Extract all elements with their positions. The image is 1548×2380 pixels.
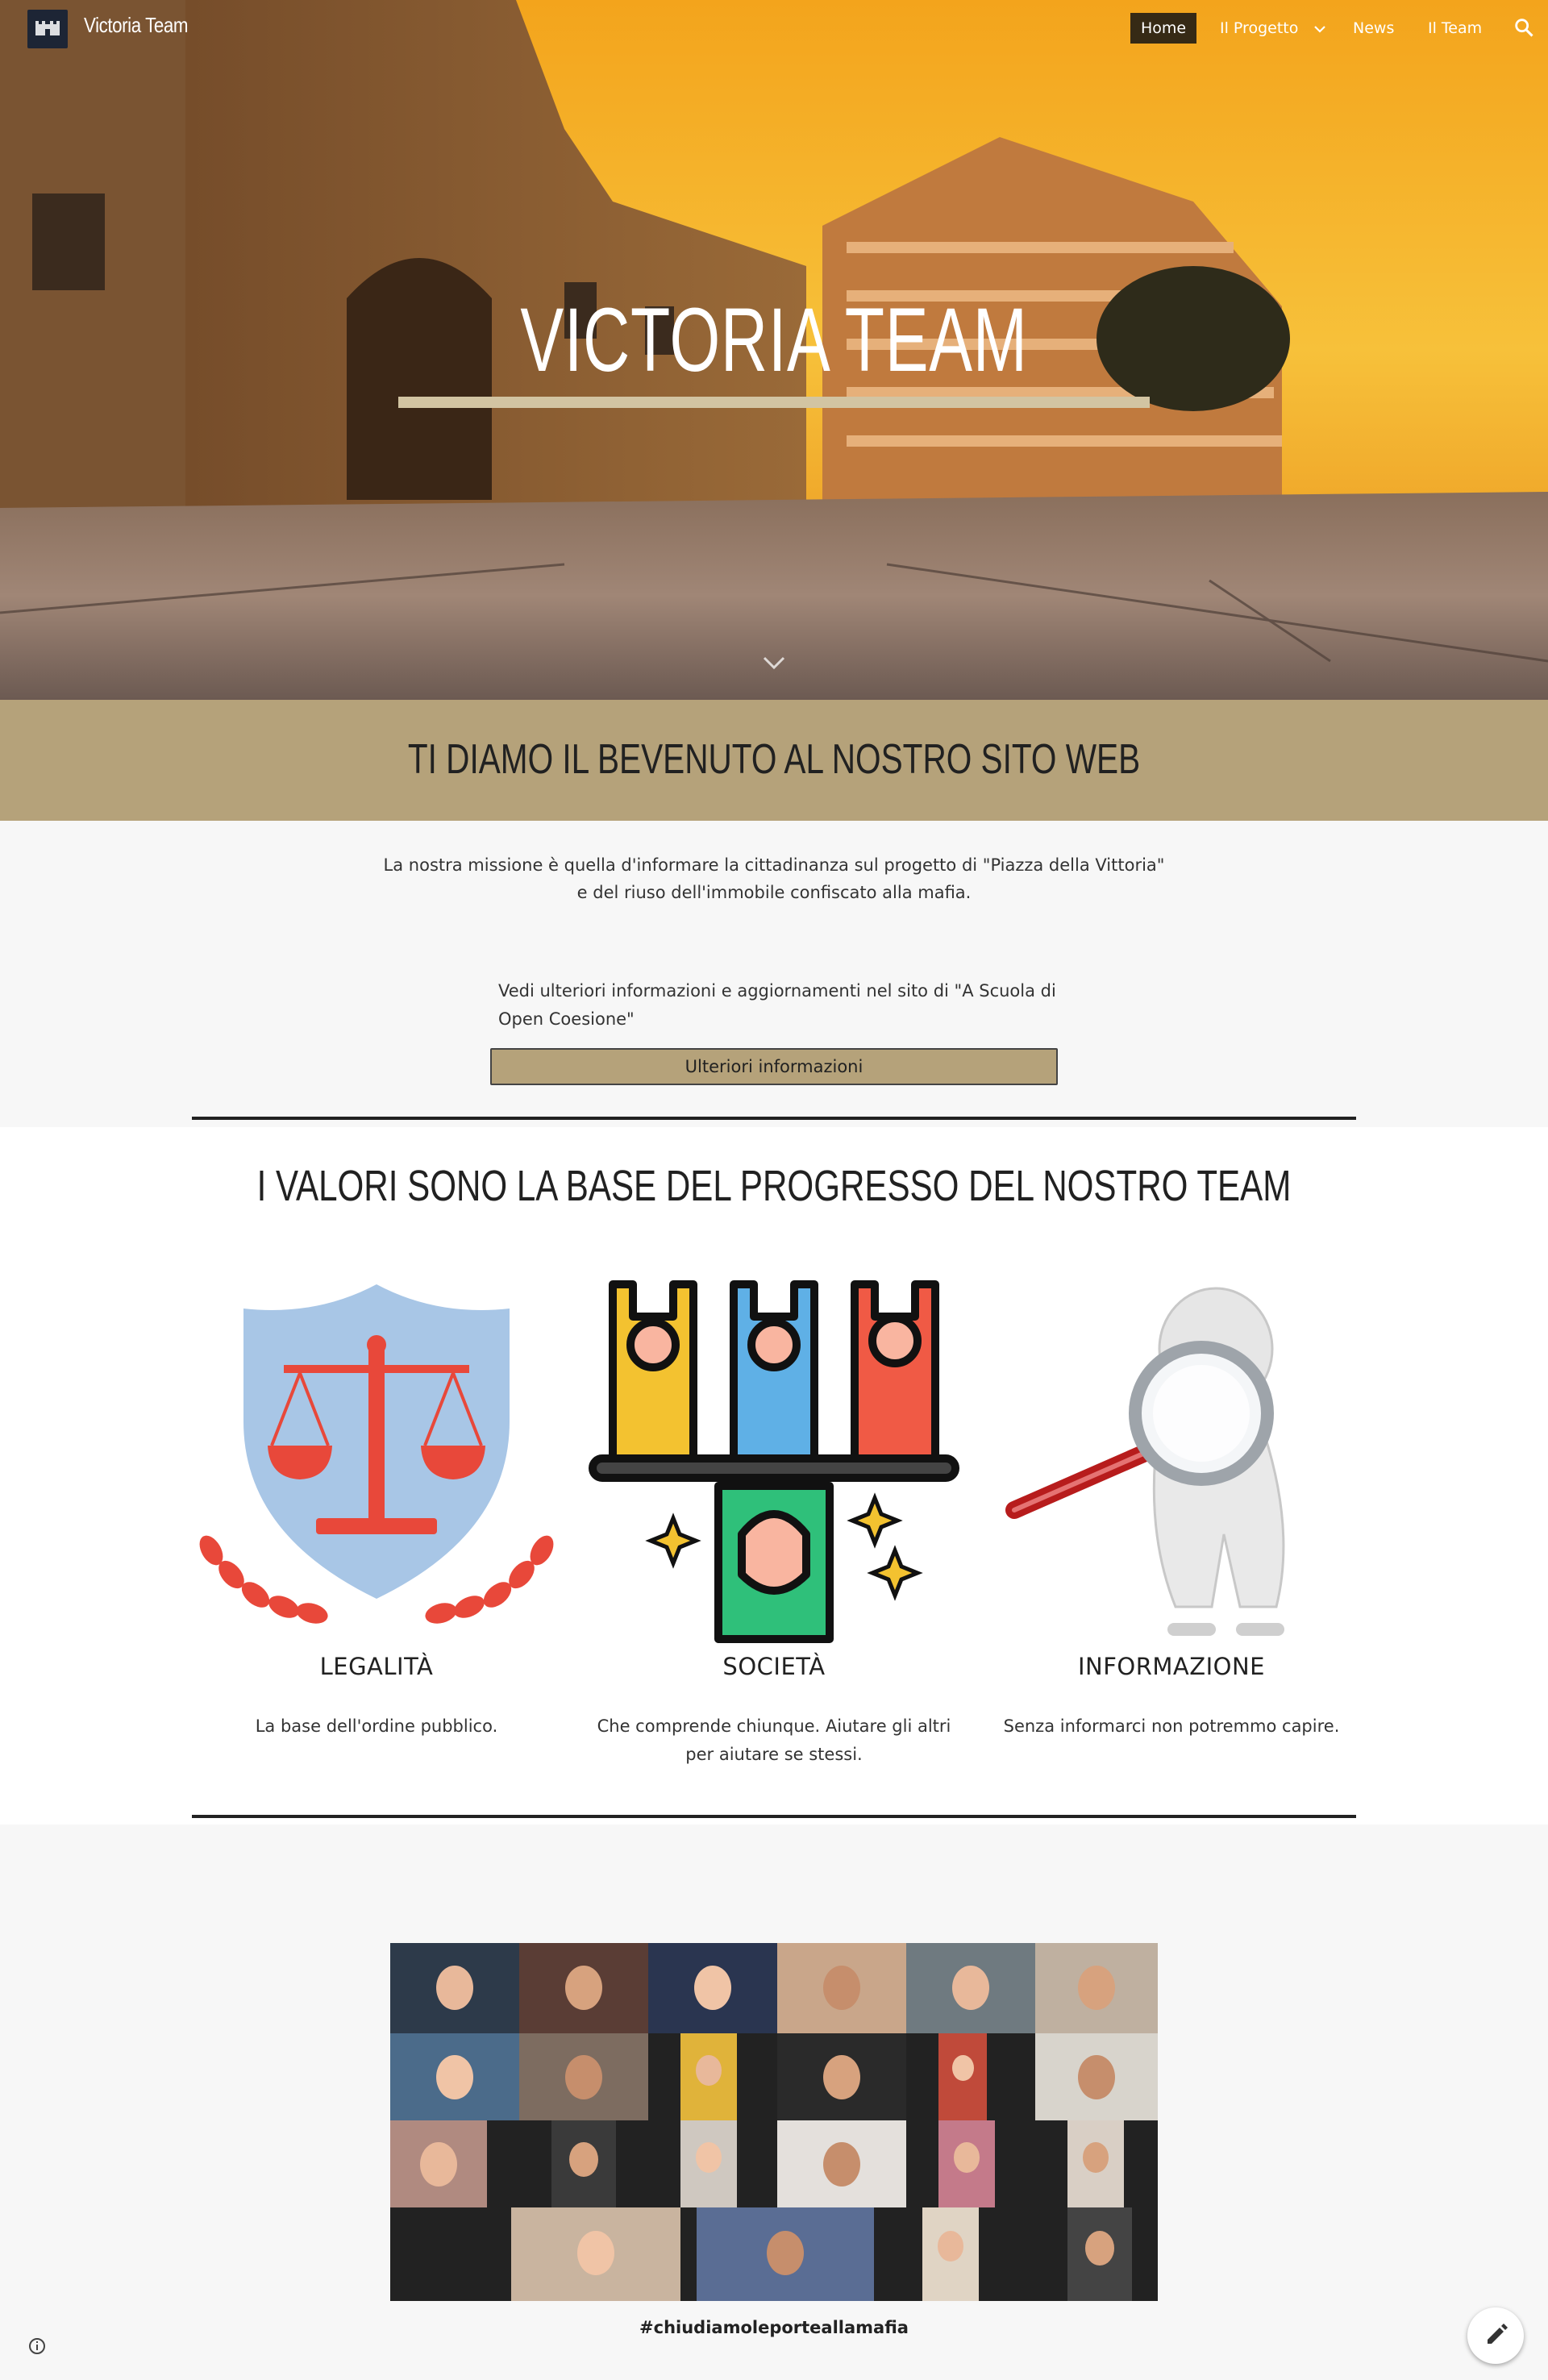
mission-text: La nostra missione è quella d'informare … bbox=[371, 851, 1177, 906]
video-tile bbox=[519, 1943, 648, 2033]
section-divider bbox=[192, 1815, 1356, 1818]
more-info-button[interactable]: Ulteriori informazioni bbox=[490, 1048, 1058, 1085]
hero-underline bbox=[398, 397, 1150, 408]
value-name-societa: SOCIETÀ bbox=[722, 1653, 826, 1680]
nav-item-il-progetto[interactable]: Il Progetto bbox=[1209, 13, 1309, 44]
person-face bbox=[954, 2142, 980, 2173]
video-tile bbox=[648, 1943, 777, 2033]
video-tile bbox=[511, 2207, 680, 2301]
site-title[interactable]: Victoria Team bbox=[84, 13, 188, 38]
section-divider bbox=[192, 1117, 1356, 1120]
value-name-informazione: INFORMAZIONE bbox=[1077, 1653, 1266, 1680]
team-photo-section: #chiudiamoleporteallamafia bbox=[0, 1825, 1548, 2380]
video-tile bbox=[1035, 1943, 1158, 2033]
edit-button[interactable] bbox=[1467, 2307, 1524, 2364]
person-face bbox=[951, 2055, 974, 2082]
person-face bbox=[823, 2055, 860, 2100]
person-face bbox=[938, 2231, 963, 2261]
info-icon[interactable] bbox=[27, 2336, 47, 2356]
person-face bbox=[767, 2231, 804, 2276]
video-tile bbox=[938, 2033, 987, 2120]
video-tile bbox=[777, 2033, 906, 2120]
scales-of-justice-icon bbox=[199, 1284, 554, 1624]
values-section: I VALORI SONO LA BASE DEL PROGRESSO DEL … bbox=[0, 1127, 1548, 1825]
welcome-title: TI DIAMO IL BEVENUTO AL NOSTRO SITO WEB bbox=[407, 736, 1141, 783]
value-name-legalita: LEGALITÀ bbox=[319, 1653, 434, 1680]
person-face bbox=[420, 2142, 457, 2187]
pencil-icon bbox=[1488, 2324, 1508, 2344]
mission-line-1: La nostra missione è quella d'informare … bbox=[383, 855, 1165, 875]
welcome-band: TI DIAMO IL BEVENUTO AL NOSTRO SITO WEB bbox=[0, 700, 1548, 821]
nav-item-il-team[interactable]: Il Team bbox=[1417, 13, 1492, 44]
people-together-icon bbox=[589, 1280, 959, 1643]
video-tile bbox=[390, 2033, 519, 2120]
video-tile bbox=[922, 2207, 979, 2301]
photo-caption: #chiudiamoleporteallamafia bbox=[639, 2318, 909, 2337]
hero-title: VICTORIA TEAM bbox=[520, 289, 1028, 390]
person-face bbox=[577, 2231, 614, 2276]
video-tile bbox=[1067, 2207, 1132, 2301]
person-face bbox=[823, 1966, 860, 2011]
person-face bbox=[1078, 1966, 1115, 2011]
video-tile bbox=[1067, 2120, 1124, 2207]
person-face bbox=[1083, 2142, 1109, 2173]
person-face bbox=[952, 1966, 989, 2011]
mission-section: La nostra missione è quella d'informare … bbox=[0, 821, 1548, 1127]
value-desc-legalita: La base dell'ordine pubblico. bbox=[255, 1716, 498, 1736]
person-face bbox=[694, 1966, 731, 2011]
video-tile bbox=[519, 2033, 648, 2120]
person-face bbox=[696, 2055, 722, 2086]
team-video-call-photo bbox=[390, 1943, 1158, 2301]
person-face bbox=[436, 2055, 473, 2100]
video-tile bbox=[777, 1943, 906, 2033]
video-tile bbox=[390, 1943, 519, 2033]
nav-item-news[interactable]: News bbox=[1342, 13, 1404, 44]
person-face bbox=[569, 2142, 598, 2178]
video-tile bbox=[551, 2120, 616, 2207]
video-tile bbox=[680, 2120, 737, 2207]
video-tile bbox=[938, 2120, 995, 2207]
video-tile bbox=[777, 2120, 906, 2207]
castle-logo-icon bbox=[35, 21, 60, 35]
value-desc-informazione: Senza informarci non potremmo capire. bbox=[1003, 1716, 1340, 1736]
video-tile bbox=[390, 2120, 487, 2207]
video-tile bbox=[1035, 2033, 1158, 2120]
nav-item-home[interactable]: Home bbox=[1130, 13, 1197, 44]
search-icon[interactable] bbox=[1513, 16, 1535, 39]
person-face bbox=[823, 2142, 860, 2187]
scroll-down-chevron-icon[interactable] bbox=[758, 651, 790, 676]
chevron-down-icon[interactable] bbox=[1310, 19, 1330, 39]
person-face bbox=[1078, 2055, 1115, 2100]
more-info-text: Vedi ulteriori informazioni e aggiorname… bbox=[498, 981, 1056, 1029]
person-face bbox=[436, 1966, 473, 2011]
video-tile bbox=[906, 1943, 1035, 2033]
site-logo[interactable] bbox=[27, 10, 68, 48]
person-face bbox=[696, 2142, 722, 2173]
video-tile bbox=[680, 2033, 737, 2120]
person-face bbox=[565, 1966, 602, 2011]
values-title: I VALORI SONO LA BASE DEL PROGRESSO DEL … bbox=[256, 1162, 1292, 1210]
person-face bbox=[1085, 2231, 1114, 2266]
value-desc-societa: Che comprende chiunque. Aiutare gli altr… bbox=[597, 1716, 951, 1764]
mission-line-2: e del riuso dell'immobile confiscato all… bbox=[576, 883, 972, 902]
magnifying-glass-icon bbox=[1005, 1287, 1285, 1636]
top-navigation: Victoria Team Home Il Progetto News Il T… bbox=[0, 0, 1548, 56]
video-tile bbox=[697, 2207, 874, 2301]
person-face bbox=[565, 2055, 602, 2100]
